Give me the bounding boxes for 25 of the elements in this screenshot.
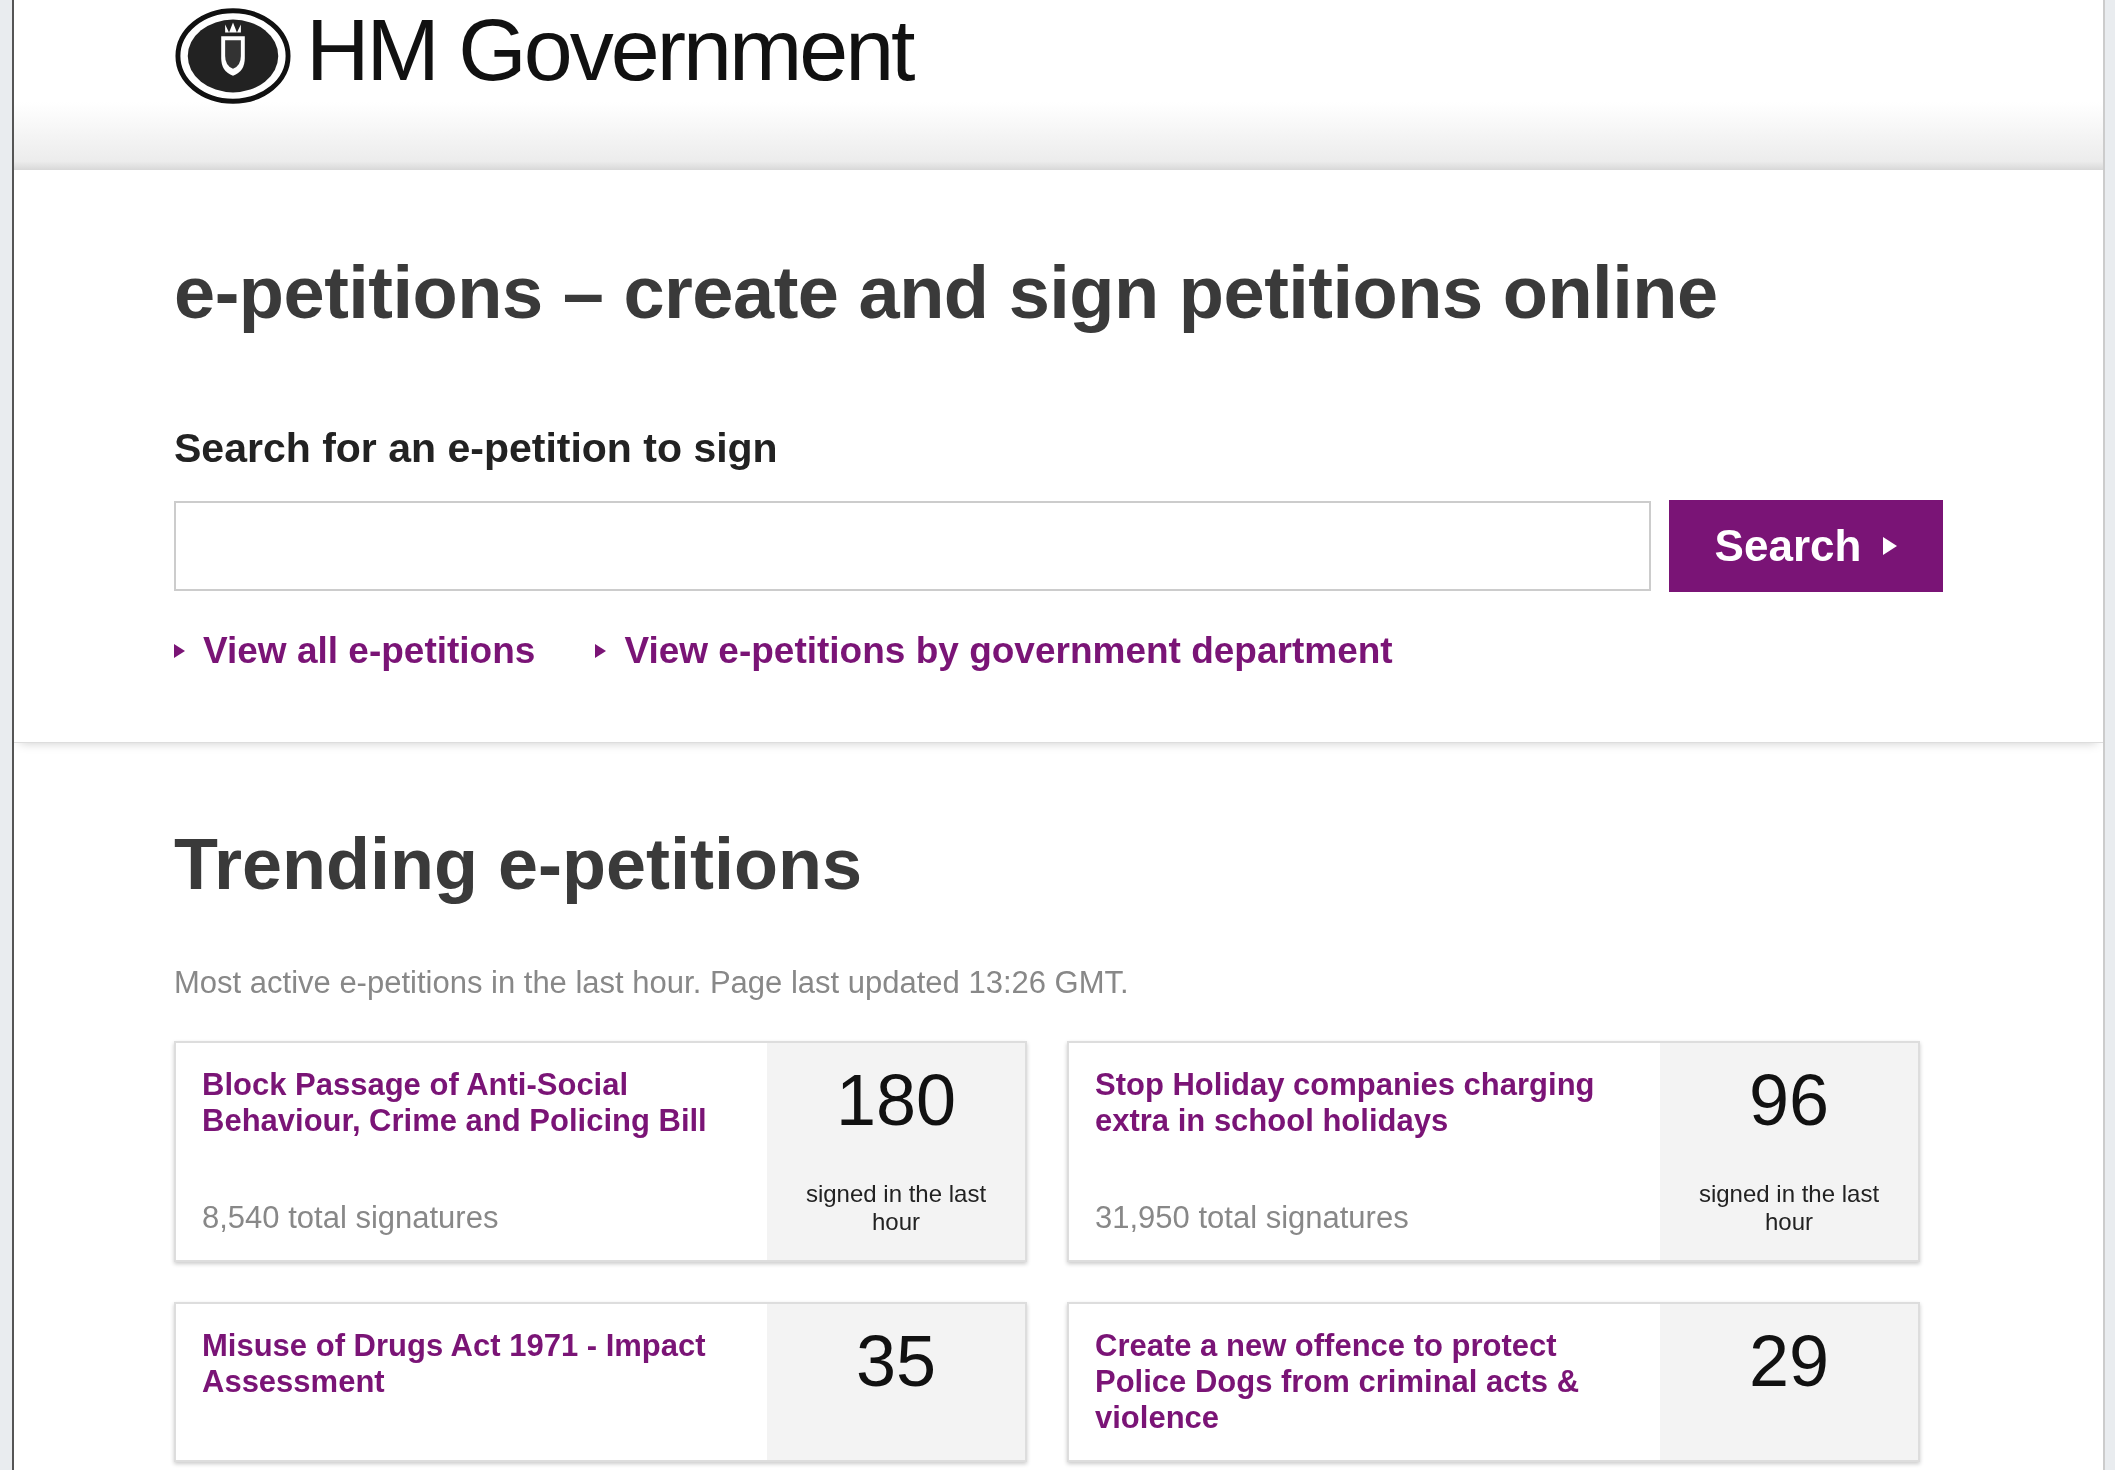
count-label: signed in the last hour bbox=[1697, 1180, 1881, 1237]
petition-link[interactable]: Block Passage of Anti-Social Behaviour, Crime and Policing Bill bbox=[202, 1067, 741, 1139]
nav-link[interactable]: View all e-petitions bbox=[174, 630, 536, 672]
search-label: Search for an e-petition to sign bbox=[174, 425, 779, 472]
triangle-icon bbox=[174, 644, 185, 658]
petition-link[interactable]: Stop Holiday companies charging extra in school holidays bbox=[1095, 1067, 1634, 1139]
section-heading: Trending e-petitions bbox=[174, 823, 863, 905]
page-title: e-petitions – create and sign petitions online bbox=[174, 250, 1719, 335]
signature-count: 29 bbox=[1748, 1322, 1830, 1402]
signature-count: 96 bbox=[1748, 1061, 1830, 1141]
search-field[interactable] bbox=[174, 501, 1651, 591]
search-button[interactable]: Search bbox=[1669, 500, 1943, 592]
petition-link[interactable]: Create a new offence to protect Police Dogs from criminal acts & violence bbox=[1095, 1328, 1634, 1437]
total-signatures: 31,950 total signatures bbox=[1095, 1200, 1410, 1237]
count-label: signed in the last hour bbox=[804, 1180, 988, 1237]
signature-count: 35 bbox=[855, 1322, 937, 1402]
crest-icon bbox=[174, 6, 292, 106]
triangle-icon bbox=[595, 644, 607, 658]
signature-count: 180 bbox=[835, 1061, 957, 1141]
petition-link[interactable]: Misuse of Drugs Act 1971 - Impact Assessment bbox=[202, 1328, 741, 1401]
total-signatures: 8,540 total signatures bbox=[202, 1200, 500, 1237]
nav-link[interactable]: View e-petitions by government department bbox=[595, 630, 1393, 672]
logo-text: HM Government bbox=[306, 0, 913, 100]
update-note: Most active e-petitions in the last hour. Page last updated 13:26 GMT. bbox=[174, 965, 1130, 1001]
triangle-icon bbox=[1883, 537, 1898, 555]
